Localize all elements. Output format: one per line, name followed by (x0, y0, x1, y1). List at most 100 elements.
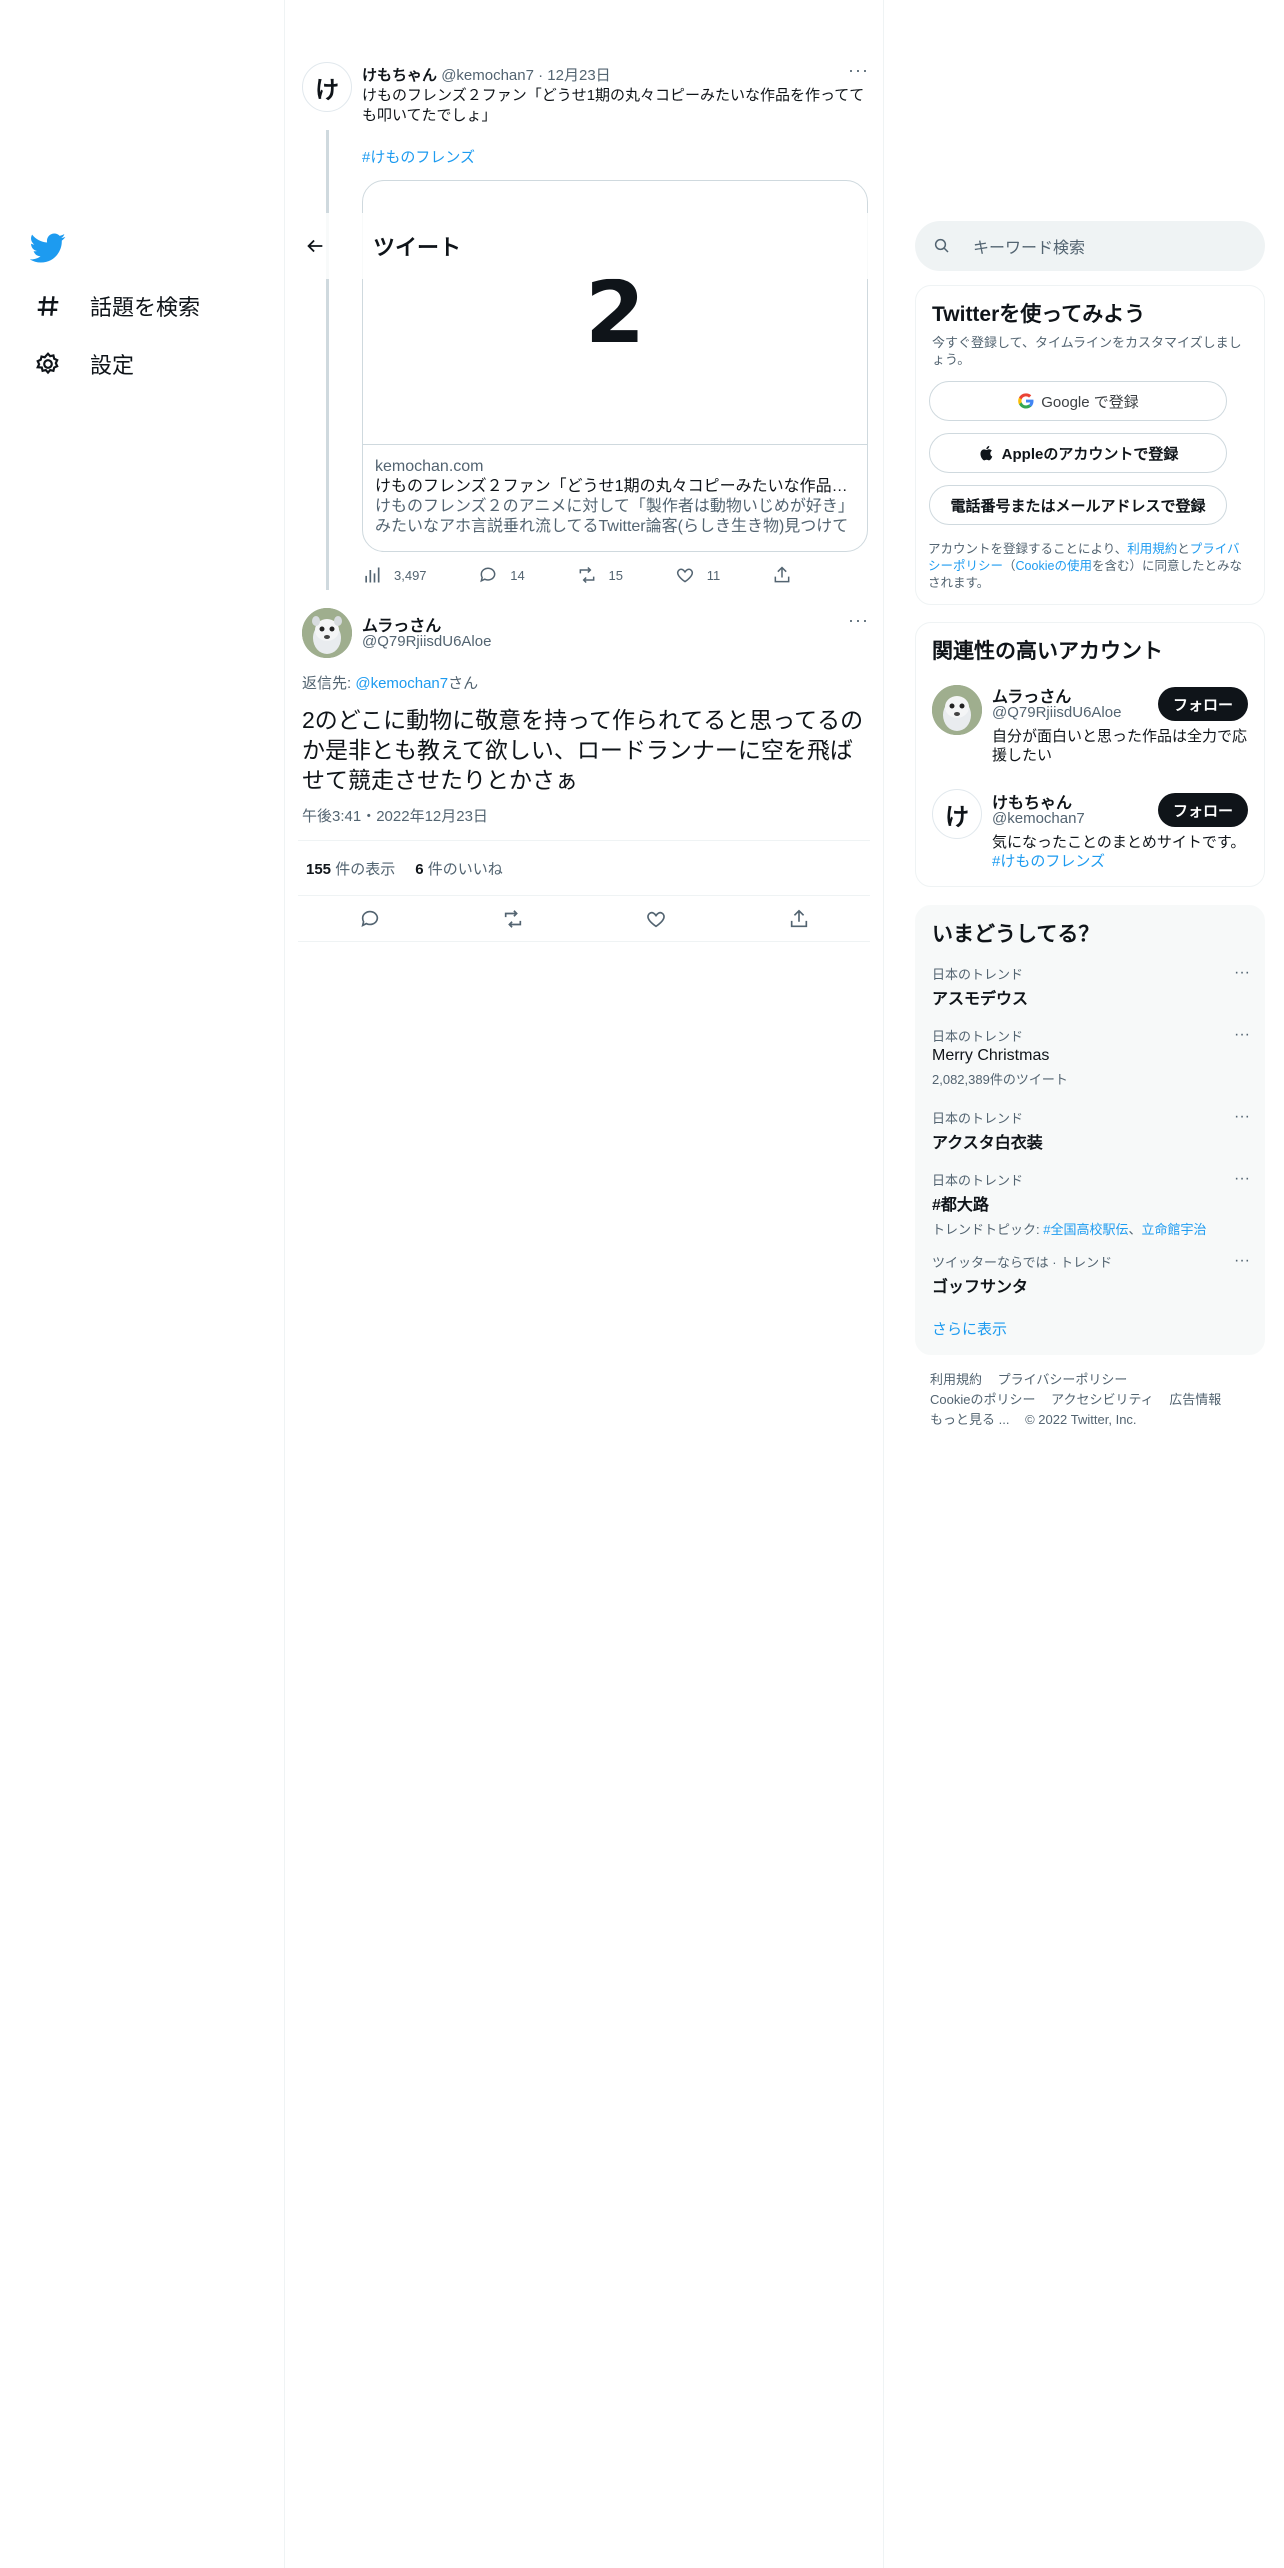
quoted-tweet-actions: 3,497 14 15 11 (362, 565, 792, 585)
twitter-logo-icon[interactable] (29, 230, 66, 266)
follow-suggestion[interactable]: ムラっさん @Q79RjiisdU6Aloe 自分が面白いと思った作品は全力で応… (916, 681, 1264, 781)
avatar: け (932, 789, 982, 839)
quoted-tweet-handle[interactable]: @kemochan7 (441, 67, 534, 84)
main-tweet-handle[interactable]: @Q79RjiisdU6Aloe (362, 633, 491, 650)
terms-mid: と (1177, 542, 1190, 556)
avatar (302, 608, 352, 658)
cookie-link[interactable]: Cookieの使用 (1016, 559, 1092, 573)
trend-topic-link[interactable]: #全国高校駅伝 (1043, 1222, 1128, 1237)
footer-more-link[interactable]: もっと見る ... (930, 1412, 1009, 1427)
views-stat-label: 件の表示 (331, 860, 396, 878)
search-box[interactable]: キーワード検索 (915, 221, 1265, 271)
signup-title: Twitterを使ってみよう (932, 303, 1146, 326)
nav-explore-label: 話題を検索 (90, 295, 201, 320)
quoted-tweet-header: けもちゃん @kemochan7 · 12月23日 (362, 64, 611, 85)
hashtag-icon (30, 288, 66, 324)
main-like-button[interactable] (645, 908, 667, 930)
quoted-tweet-author-name[interactable]: けもちゃん (362, 67, 437, 84)
link-card-title: けものフレンズ２ファン「どうせ1期の丸々コピーみたいな作品を作... (375, 478, 855, 495)
main-tweet-more-icon[interactable]: ··· (848, 610, 869, 631)
suggestion-bio: 気になったことのまとめサイトです。 #けものフレンズ (992, 833, 1252, 871)
avatar (932, 685, 982, 735)
trend-more-icon[interactable]: ··· (1234, 1108, 1250, 1126)
share-icon (774, 566, 790, 583)
reply-count: 14 (510, 567, 525, 583)
footer-terms-link[interactable]: 利用規約 (930, 1372, 982, 1387)
views-count: 3,497 (394, 567, 427, 583)
quoted-tweet-more-icon[interactable]: ··· (848, 60, 869, 81)
signup-panel: Twitterを使ってみよう 今すぐ登録して、タイムラインをカスタマイズしましょ… (915, 285, 1265, 605)
trend-topics-prefix: トレンドトピック: (932, 1222, 1044, 1237)
thread-connector-line (326, 130, 329, 590)
google-signup-button[interactable]: Google で登録 (929, 381, 1227, 421)
main-tweet-avatar[interactable] (302, 608, 352, 658)
back-arrow-icon[interactable] (297, 228, 333, 264)
share-button[interactable] (772, 565, 792, 585)
trends-show-more-link[interactable]: さらに表示 (932, 1318, 1007, 1339)
main-share-button[interactable] (788, 908, 810, 930)
views-stat[interactable]: 155 件の表示 (306, 858, 395, 879)
page-header: ツイート (285, 213, 883, 279)
footer-accessibility-link[interactable]: アクセシビリティ (1051, 1392, 1154, 1407)
trend-context: 日本のトレンド (932, 1173, 1024, 1188)
trend-item[interactable]: 日本のトレンド Merry Christmas 2,082,389件のツイート … (932, 1026, 1250, 1088)
phone-email-signup-label: 電話番号またはメールアドレスで登録 (950, 497, 1206, 515)
suggestion-bio-hashtag[interactable]: #けものフレンズ (992, 853, 1105, 870)
apple-signup-button[interactable]: Appleのアカウントで登録 (929, 433, 1227, 473)
quoted-tweet-hashtag[interactable]: #けものフレンズ (362, 146, 475, 167)
footer-ads-link[interactable]: 広告情報 (1169, 1392, 1221, 1407)
retweet-count: 15 (608, 567, 623, 583)
trend-item[interactable]: ツイッターならでは · トレンド ゴッフサンタ ··· (932, 1252, 1250, 1297)
search-input[interactable]: キーワード検索 (973, 234, 1085, 258)
link-card-description: けものフレンズ２のアニメに対して「製作者は動物いじめが好き」みたいなアホ言説垂れ… (375, 498, 854, 535)
main-reply-button[interactable] (359, 908, 381, 930)
trend-name: #都大路 (932, 1197, 989, 1214)
phone-email-signup-button[interactable]: 電話番号またはメールアドレスで登録 (929, 485, 1227, 525)
trends-panel: いまどうしてる？ 日本のトレンド アスモデウス ··· 日本のトレンド Merr… (915, 905, 1265, 1355)
trend-item[interactable]: 日本のトレンド アスモデウス ··· (932, 964, 1250, 1009)
trend-more-icon[interactable]: ··· (1234, 1252, 1250, 1270)
trend-item[interactable]: 日本のトレンド #都大路 トレンドトピック: #全国高校駅伝、立命館宇治 ··· (932, 1170, 1250, 1238)
nav-explore[interactable]: 話題を検索 (30, 282, 200, 330)
likes-stat[interactable]: 6 件のいいね (415, 858, 503, 879)
who-to-follow-panel: 関連性の高いアカウント ムラっさん @Q79RjiisdU6Aloe 自分が面白… (915, 622, 1265, 887)
footer-cookie-link[interactable]: Cookieのポリシー (930, 1392, 1035, 1407)
trend-context: 日本のトレンド (932, 1029, 1024, 1044)
follow-button[interactable]: フォロー (1158, 793, 1248, 827)
reply-to-handle[interactable]: @kemochan7 (355, 675, 448, 692)
quoted-tweet-avatar[interactable]: け (302, 62, 352, 112)
reply-icon (360, 910, 378, 927)
gear-icon (30, 346, 66, 382)
avatar: け (302, 62, 352, 112)
views-button[interactable]: 3,497 (362, 565, 427, 585)
nav-settings[interactable]: 設定 (30, 340, 134, 388)
main-tweet-timestamp[interactable]: 午後3:41・2022年12月23日 (302, 805, 488, 826)
quoted-tweet-date[interactable]: · 12月23日 (538, 67, 611, 84)
footer-privacy-link[interactable]: プライバシーポリシー (998, 1372, 1128, 1387)
trends-title: いまどうしてる？ (932, 923, 1100, 946)
terms-prefix: アカウントを登録することにより、 (928, 542, 1128, 556)
trend-topic-link[interactable]: 立命館宇治 (1141, 1222, 1206, 1237)
main-retweet-button[interactable] (502, 908, 524, 930)
follow-suggestion[interactable]: け けもちゃん @kemochan7 気になったことのまとめサイトです。 #けもの… (916, 789, 1264, 879)
trend-more-icon[interactable]: ··· (1234, 1026, 1250, 1044)
quoted-tweet-text: けものフレンズ２ファン「どうせ1期の丸々コピーみたいな作品を作ってても叩いてたで… (362, 87, 865, 124)
retweet-button[interactable]: 15 (577, 565, 623, 585)
nav-settings-label: 設定 (90, 353, 135, 378)
follow-button[interactable]: フォロー (1158, 687, 1248, 721)
retweet-icon (504, 909, 521, 928)
trend-more-icon[interactable]: ··· (1234, 1170, 1250, 1188)
trend-more-icon[interactable]: ··· (1234, 964, 1250, 982)
left-navigation: 話題を検索 設定 (0, 0, 284, 2568)
like-count: 11 (706, 567, 721, 583)
like-button[interactable]: 11 (675, 565, 721, 585)
reply-suffix: さん (448, 675, 479, 692)
trend-item[interactable]: 日本のトレンド アクスタ白衣装 ··· (932, 1108, 1250, 1153)
tweet-stats-bar: 155 件の表示 6 件のいいね (298, 840, 870, 896)
google-icon (1018, 393, 1034, 409)
suggestion-bio: 自分が面白いと思った作品は全力で応援したい (992, 728, 1248, 764)
reply-button[interactable]: 14 (478, 565, 525, 585)
terms-link[interactable]: 利用規約 (1127, 542, 1177, 556)
signup-subtitle: 今すぐ登録して、タイムラインをカスタマイズしましょう。 (932, 335, 1242, 367)
trend-name: アスモデウス (932, 991, 1029, 1008)
